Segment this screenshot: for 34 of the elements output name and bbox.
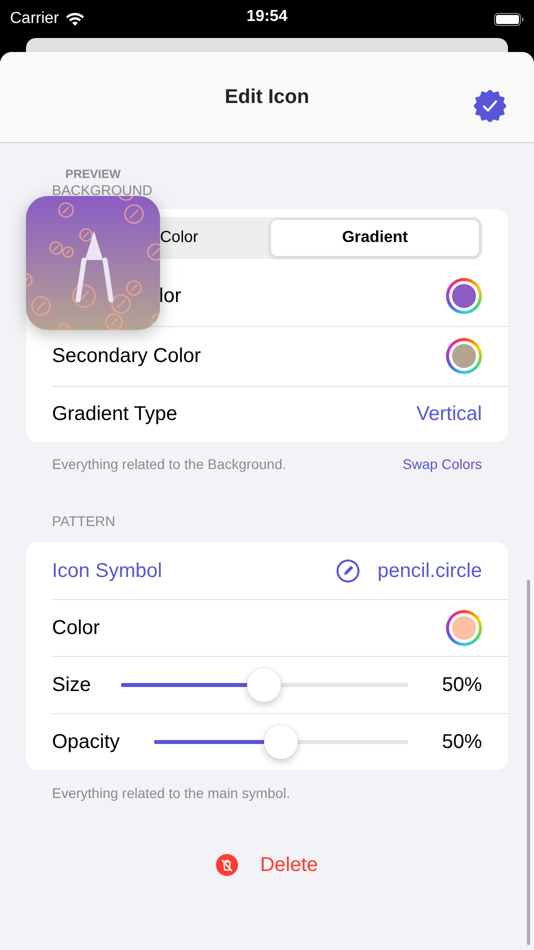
segment-tab[interactable]: Color bbox=[160, 219, 270, 257]
color-well[interactable] bbox=[446, 338, 482, 374]
row-label: Color bbox=[52, 616, 100, 640]
slider-value: 50% bbox=[442, 730, 482, 754]
section-header: PATTERN bbox=[51, 512, 116, 531]
row-label: Secondary Color bbox=[52, 344, 201, 369]
section-footer: Everything related to the main symbol. bbox=[52, 783, 290, 804]
slider-thumb[interactable] bbox=[247, 668, 282, 702]
color-well[interactable] bbox=[446, 610, 482, 646]
row-label: Size bbox=[52, 672, 91, 698]
row-value-link[interactable]: Vertical bbox=[416, 399, 482, 429]
section-footer: Everything related to the Background. bbox=[52, 454, 286, 475]
sheet-title: Edit Icon bbox=[224, 85, 310, 110]
row-label: Opacity bbox=[52, 730, 120, 754]
pencil-circle-icon bbox=[336, 558, 360, 582]
segment-tab[interactable]: Gradient bbox=[270, 219, 480, 257]
symbol-name-link[interactable]: pencil.circle bbox=[378, 556, 482, 586]
delete-button[interactable]: Delete bbox=[216, 850, 318, 880]
slider-thumb[interactable] bbox=[264, 724, 298, 758]
color-well[interactable] bbox=[446, 278, 482, 314]
battery-icon bbox=[494, 12, 524, 26]
clock-time: 19:54 bbox=[246, 7, 288, 27]
wifi-icon bbox=[64, 10, 85, 26]
slider-value: 50% bbox=[442, 672, 482, 698]
row-label: lor bbox=[159, 284, 182, 309]
row-label: Gradient Type bbox=[52, 402, 178, 427]
carrier-label: Carrier bbox=[10, 9, 59, 29]
row-link[interactable]: Icon Symbol bbox=[52, 556, 162, 586]
section-header: BACKGROUND bbox=[51, 183, 154, 197]
checkmark-badge-icon bbox=[474, 90, 506, 122]
trash-slash-icon bbox=[216, 854, 238, 876]
swap-colors-link[interactable]: Swap Colors bbox=[402, 454, 482, 475]
confirm-button[interactable] bbox=[474, 90, 506, 122]
preview-label: PREVIEW bbox=[64, 168, 122, 180]
